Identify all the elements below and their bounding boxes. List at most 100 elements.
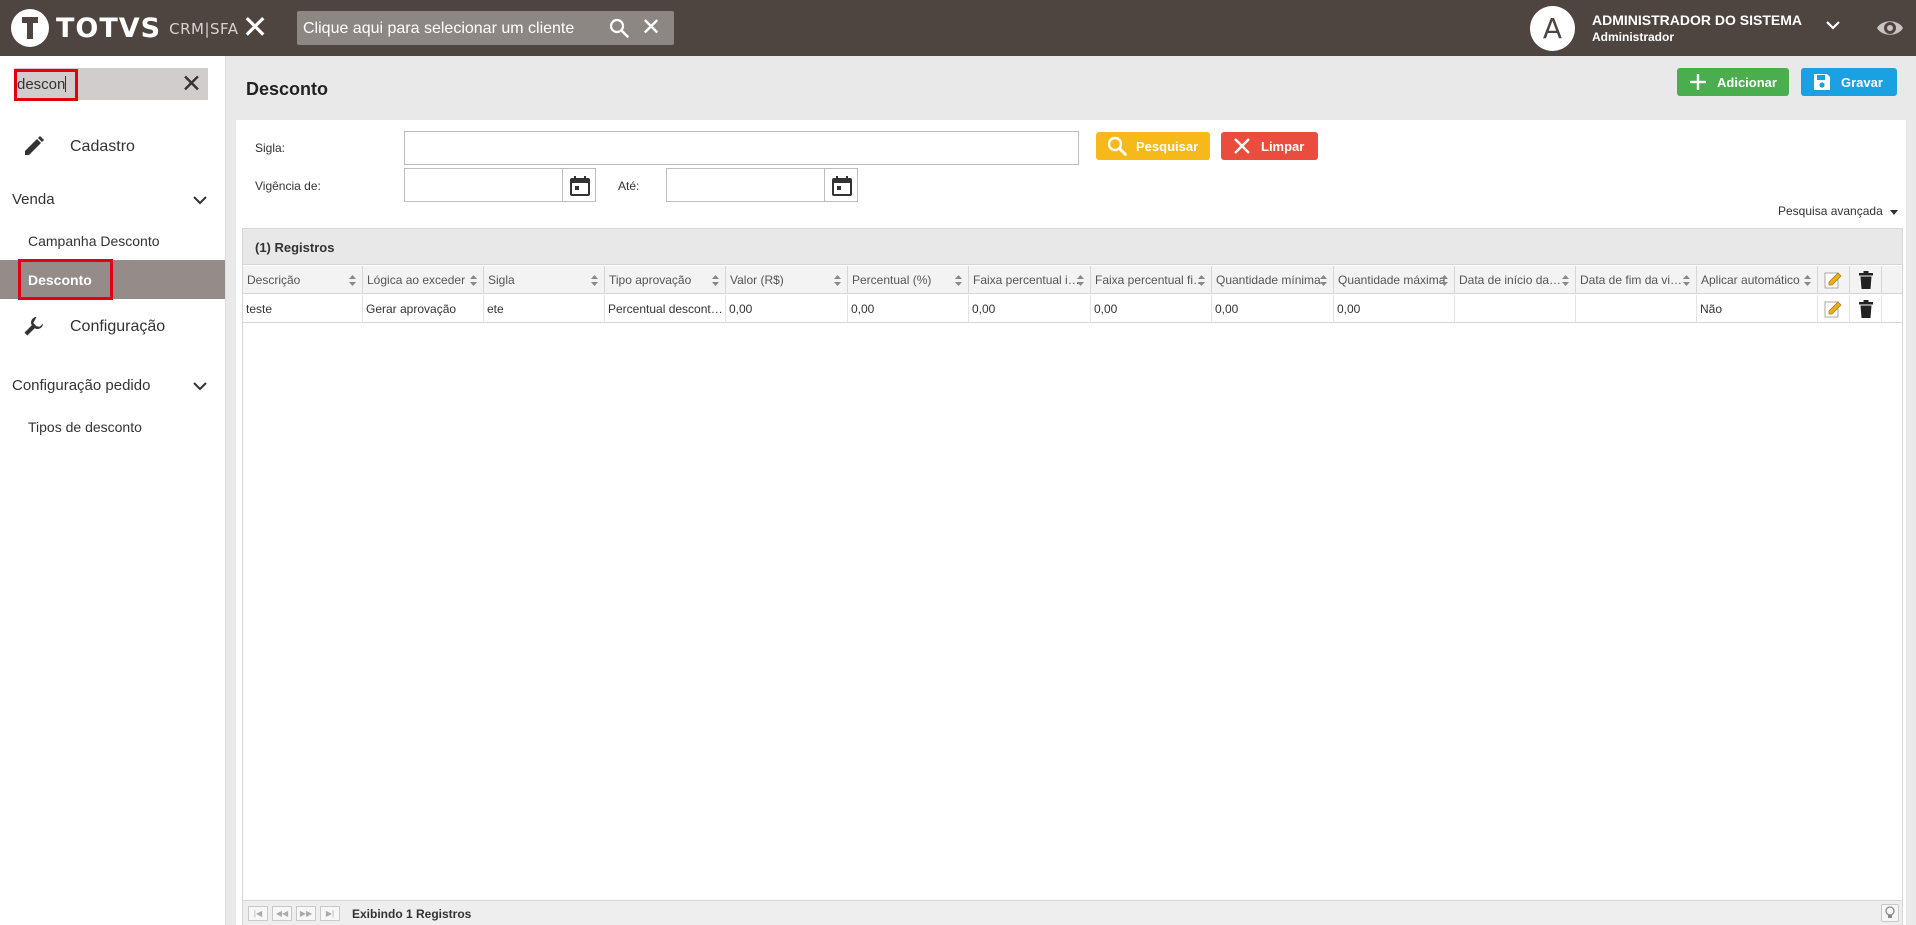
- sidebar-item-cadastro[interactable]: Cadastro: [0, 126, 226, 166]
- sidebar-item-tipos-de-desconto[interactable]: Tipos de desconto: [0, 408, 226, 444]
- vigencia-from-calendar-button[interactable]: [562, 168, 596, 202]
- sort-icon: [1077, 275, 1084, 286]
- sidebar-item-label: Tipos de desconto: [28, 419, 142, 435]
- column-header[interactable]: Quantidade mínima: [1212, 266, 1334, 294]
- trash-icon[interactable]: [1856, 299, 1876, 319]
- chevron-down-icon: [193, 196, 207, 205]
- edit-column-header: [1818, 266, 1850, 294]
- table-cell: [1576, 295, 1697, 323]
- sort-icon: [1441, 275, 1448, 286]
- grid-pager: |◀ ◀◀ ▶▶ ▶| Exibindo 1 Registros: [243, 900, 1902, 925]
- table-cell: 0,00: [848, 295, 969, 323]
- vigencia-to-calendar-button[interactable]: [824, 168, 858, 202]
- sort-icon: [1683, 275, 1690, 286]
- add-button-label: Adicionar: [1717, 74, 1777, 90]
- sidebar-item-campanha-desconto[interactable]: Campanha Desconto: [0, 222, 226, 258]
- sidebar-group-configuracao-pedido[interactable]: Configuração pedido: [0, 366, 226, 402]
- close-icon[interactable]: ✕: [181, 70, 202, 98]
- column-header[interactable]: Faixa percentual fi…: [1091, 266, 1212, 294]
- column-header[interactable]: Quantidade máxima: [1334, 266, 1455, 294]
- column-header[interactable]: Percentual (%): [848, 266, 969, 294]
- table-cell: 0,00: [726, 295, 848, 323]
- column-header[interactable]: Faixa percentual i…: [969, 266, 1091, 294]
- edit-pencil-icon[interactable]: [1823, 299, 1843, 319]
- column-header[interactable]: Lógica ao exceder: [363, 266, 484, 294]
- table-cell: Gerar aprovação: [363, 295, 484, 323]
- avatar[interactable]: A: [1530, 6, 1575, 51]
- grid-caption: (1) Registros: [243, 229, 1902, 265]
- clear-button[interactable]: Limpar: [1221, 132, 1318, 160]
- trash-icon: [1859, 271, 1873, 289]
- column-header[interactable]: Data de fim da vi…: [1576, 266, 1697, 294]
- lightbulb-icon[interactable]: [1881, 904, 1899, 922]
- sort-icon: [591, 275, 598, 286]
- last-page-icon[interactable]: ▶|: [320, 906, 340, 921]
- client-selector[interactable]: Clique aqui para selecionar um cliente ✕: [297, 11, 674, 45]
- highlight-box: [18, 259, 113, 300]
- vigencia-to-input[interactable]: [666, 168, 825, 202]
- search-button-label: Pesquisar: [1136, 138, 1199, 154]
- sidebar-item-label: Cadastro: [70, 138, 135, 155]
- advanced-search-link[interactable]: Pesquisa avançada: [1778, 204, 1883, 218]
- search-icon: [1107, 136, 1127, 156]
- sigla-input[interactable]: [404, 131, 1079, 165]
- column-header[interactable]: Sigla: [484, 266, 605, 294]
- clear-client-icon[interactable]: ✕: [641, 16, 661, 40]
- add-button[interactable]: Adicionar: [1677, 68, 1789, 96]
- table-cell: 0,00: [1212, 295, 1334, 323]
- user-role: Administrador: [1592, 30, 1675, 44]
- records-grid: (1) Registros Descrição Lógica ao excede…: [242, 228, 1903, 925]
- user-name[interactable]: ADMINISTRADOR DO SISTEMA: [1592, 12, 1802, 28]
- column-header[interactable]: Tipo aprovação: [605, 266, 726, 294]
- save-button[interactable]: Gravar: [1801, 68, 1897, 96]
- table-cell: [1455, 295, 1576, 323]
- sigla-label: Sigla:: [255, 141, 286, 155]
- grid-header: Descrição Lógica ao exceder Sigla Tipo a…: [243, 266, 1902, 294]
- column-header[interactable]: Valor (R$): [726, 266, 848, 294]
- table-cell: 0,00: [969, 295, 1091, 323]
- delete-cell: [1850, 295, 1882, 323]
- table-cell: Não: [1697, 295, 1818, 323]
- table-cell: 0,00: [1334, 295, 1455, 323]
- highlight-box: [14, 69, 78, 101]
- calendar-icon: [570, 176, 590, 196]
- next-page-icon[interactable]: ▶▶: [296, 906, 316, 921]
- calendar-icon: [832, 176, 852, 196]
- sort-icon: [470, 275, 477, 286]
- sort-icon: [712, 275, 719, 286]
- previous-page-icon[interactable]: ◀◀: [272, 906, 292, 921]
- chevron-down-icon[interactable]: [1824, 16, 1842, 34]
- sidebar: descon ✕ Cadastro Venda Campanha Descont…: [0, 56, 226, 925]
- page-title: Desconto: [246, 79, 329, 99]
- chevron-down-icon: [193, 382, 207, 391]
- table-cell: teste: [243, 295, 363, 323]
- vigencia-from-input[interactable]: [404, 168, 563, 202]
- sidebar-group-venda[interactable]: Venda: [0, 180, 226, 216]
- clear-button-label: Limpar: [1261, 138, 1305, 154]
- grid-caption-text: (1) Registros: [255, 240, 335, 255]
- column-header[interactable]: Data de início da…: [1455, 266, 1576, 294]
- plus-icon: [1690, 74, 1706, 90]
- sidebar-item-configuracao[interactable]: Configuração: [0, 306, 226, 346]
- close-menu-icon[interactable]: ✕: [240, 11, 270, 43]
- records-count-text: Exibindo 1 Registros: [352, 907, 472, 921]
- totvs-logo-icon: [11, 9, 49, 47]
- column-header[interactable]: Aplicar automático: [1697, 266, 1818, 294]
- pencil-icon: [25, 136, 44, 155]
- column-header[interactable]: Descrição: [243, 266, 363, 294]
- search-button[interactable]: Pesquisar: [1096, 132, 1210, 160]
- sort-icon: [1320, 275, 1327, 286]
- top-bar: TOTVS CRM|SFA ✕ Clique aqui para selecio…: [0, 0, 1916, 56]
- table-row[interactable]: teste Gerar aprovação ete Percentual des…: [243, 295, 1902, 323]
- sort-icon: [834, 275, 841, 286]
- caret-down-icon[interactable]: [1890, 210, 1898, 215]
- search-icon[interactable]: [609, 18, 629, 38]
- delete-column-header: [1850, 266, 1882, 294]
- totvs-logo[interactable]: TOTVS CRM|SFA: [11, 9, 239, 47]
- client-selector-placeholder: Clique aqui para selecionar um cliente: [303, 20, 575, 37]
- edit-pencil-icon: [1824, 272, 1842, 289]
- eye-icon[interactable]: [1875, 14, 1905, 42]
- sidebar-group-label: Configuração pedido: [12, 377, 151, 394]
- first-page-icon[interactable]: |◀: [248, 906, 268, 921]
- table-cell: ete: [484, 295, 605, 323]
